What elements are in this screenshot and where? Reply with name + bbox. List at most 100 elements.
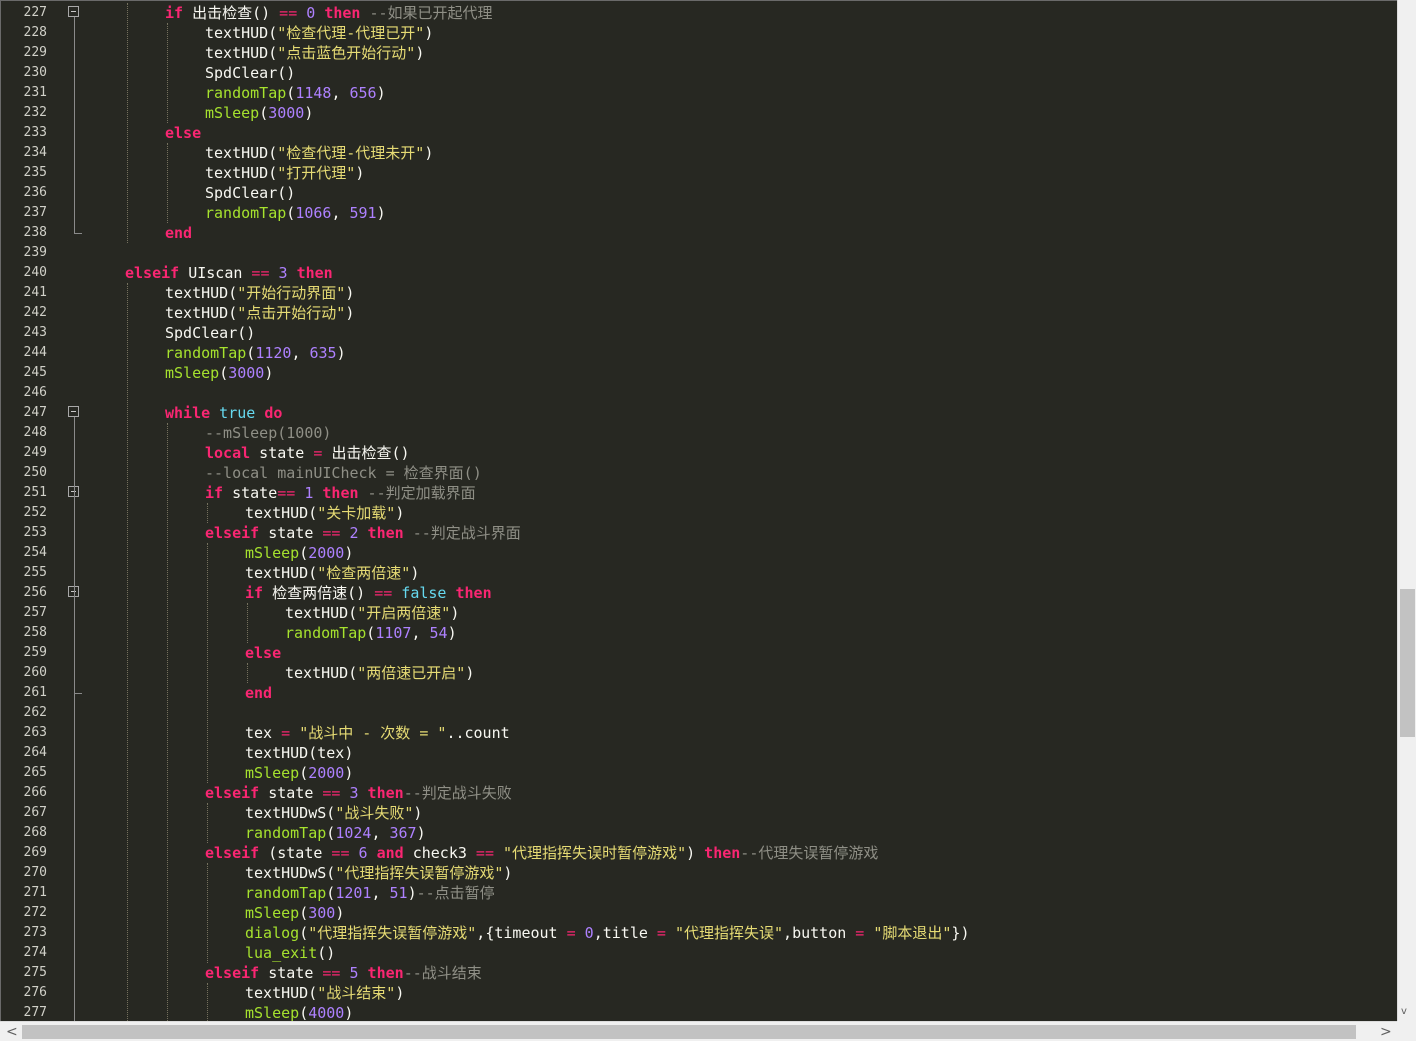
code-line[interactable]: 274 lua_exit() <box>1 943 1397 963</box>
horizontal-scroll-thumb[interactable] <box>22 1025 1356 1039</box>
code-token: 3000 <box>268 104 305 122</box>
code-text: mSleep(2000) <box>245 543 353 563</box>
code-token: ) <box>395 984 405 1002</box>
indent-guide <box>207 503 208 523</box>
code-line[interactable]: 232 mSleep(3000) <box>1 103 1397 123</box>
code-line[interactable]: 272 mSleep(300) <box>1 903 1397 923</box>
code-line[interactable]: 262 <box>1 703 1397 723</box>
code-token: ( <box>348 664 358 682</box>
code-token: ) <box>345 304 355 322</box>
code-line[interactable]: 268 randomTap(1024, 367) <box>1 823 1397 843</box>
code-line[interactable]: 257 textHUD("开启两倍速") <box>1 603 1397 623</box>
code-line[interactable]: 233 else <box>1 123 1397 143</box>
code-token: ) <box>344 1004 354 1021</box>
code-line[interactable]: 270 textHUDwS("代理指挥失误暂停游戏") <box>1 863 1397 883</box>
code-editor[interactable]: 227 if 出击检查() == 0 then --如果已开起代理 228 textH… <box>0 0 1397 1021</box>
code-text: randomTap(1201, 51)--点击暂停 <box>245 883 495 903</box>
code-line[interactable]: 244 randomTap(1120, 635) <box>1 343 1397 363</box>
fold-toggle-icon[interactable] <box>68 6 79 17</box>
code-line[interactable]: 245 mSleep(3000) <box>1 363 1397 383</box>
code-line[interactable]: 263 tex = "战斗中 - 次数 = "..count <box>1 723 1397 743</box>
code-token: ( <box>308 504 318 522</box>
line-number: 251 <box>23 485 47 500</box>
code-token: ( <box>268 144 278 162</box>
code-line[interactable]: 230 SpdClear() <box>1 63 1397 83</box>
code-line[interactable]: 240 elseif UIscan == 3 then <box>1 263 1397 283</box>
code-line[interactable]: 252 textHUD("关卡加载") <box>1 503 1397 523</box>
code-text: mSleep(3000) <box>165 363 273 383</box>
code-token: textHUDwS <box>245 864 327 882</box>
code-line[interactable]: 248 --mSleep(1000) <box>1 423 1397 443</box>
indent-guide <box>207 543 208 783</box>
line-number: 276 <box>23 985 47 1000</box>
code-token: ) <box>355 164 365 182</box>
code-line[interactable]: 255 textHUD("检查两倍速") <box>1 563 1397 583</box>
code-line[interactable]: 242 textHUD("点击开始行动") <box>1 303 1397 323</box>
code-token: ) <box>344 744 354 762</box>
code-line[interactable]: 234 textHUD("检查代理-代理未开") <box>1 143 1397 163</box>
code-line[interactable]: 241 textHUD("开始行动界面") <box>1 283 1397 303</box>
code-token: state <box>259 524 314 542</box>
code-token: "代理指挥失误暂停游戏" <box>308 924 477 942</box>
code-token: tex <box>317 744 345 762</box>
code-line[interactable]: 246 <box>1 383 1397 403</box>
code-line[interactable]: 249 local state = 出击检查() <box>1 443 1397 463</box>
code-line[interactable]: 238 end <box>1 223 1397 243</box>
horizontal-scrollbar[interactable]: < > <box>0 1021 1397 1041</box>
code-token: ) <box>335 904 345 922</box>
code-line[interactable]: 269 elseif (state == 6 and check3 == "代理指… <box>1 843 1397 863</box>
code-line[interactable]: 247 while true do <box>1 403 1397 423</box>
code-line[interactable]: 231 randomTap(1148, 656) <box>1 83 1397 103</box>
code-token: }) <box>951 924 970 942</box>
code-line[interactable]: 235 textHUD("打开代理") <box>1 163 1397 183</box>
scroll-down-arrow-icon[interactable]: v <box>1401 1006 1407 1017</box>
code-line[interactable]: 227 if 出击检查() == 0 then --如果已开起代理 <box>1 3 1397 23</box>
code-line[interactable]: 237 randomTap(1066, 591) <box>1 203 1397 223</box>
code-token: ( <box>286 204 296 222</box>
code-token: ) <box>447 624 457 642</box>
code-line[interactable]: 256 if 检查两倍速() == false then <box>1 583 1397 603</box>
fold-toggle-icon[interactable] <box>68 406 79 417</box>
code-line[interactable]: 239 <box>1 243 1397 263</box>
scroll-left-arrow-icon[interactable]: < <box>6 1023 18 1041</box>
code-line[interactable]: 275 elseif state == 5 then--战斗结束 <box>1 963 1397 983</box>
code-line[interactable]: 258 randomTap(1107, 54) <box>1 623 1397 643</box>
code-line[interactable]: 261 end <box>1 683 1397 703</box>
code-token: then <box>287 264 333 282</box>
code-line[interactable]: 267 textHUDwS("战斗失败") <box>1 803 1397 823</box>
vertical-scrollbar[interactable]: v <box>1397 0 1416 1021</box>
code-token: ( <box>268 24 278 42</box>
code-line[interactable]: 264 textHUD(tex) <box>1 743 1397 763</box>
code-token: ( <box>366 624 376 642</box>
code-line[interactable]: 273 dialog("代理指挥失误暂停游戏",{timeout = 0,titl… <box>1 923 1397 943</box>
code-line[interactable]: 243 SpdClear() <box>1 323 1397 343</box>
code-line[interactable]: 271 randomTap(1201, 51)--点击暂停 <box>1 883 1397 903</box>
line-number: 234 <box>23 145 47 160</box>
code-line[interactable]: 266 elseif state == 3 then--判定战斗失败 <box>1 783 1397 803</box>
code-line[interactable]: 277 mSleep(4000) <box>1 1003 1397 1021</box>
code-token: then <box>358 524 404 542</box>
code-token: mSleep <box>245 904 300 922</box>
code-text: SpdClear() <box>205 183 295 203</box>
code-token: ) <box>344 764 354 782</box>
code-token: = <box>304 444 332 462</box>
code-line[interactable]: 276 textHUD("战斗结束") <box>1 983 1397 1003</box>
code-text: elseif (state == 6 and check3 == "代理指挥失误… <box>205 843 878 863</box>
code-token: () <box>317 944 336 962</box>
code-line[interactable]: 253 elseif state == 2 then --判定战斗界面 <box>1 523 1397 543</box>
vertical-scroll-thumb[interactable] <box>1400 589 1415 737</box>
code-line[interactable]: 254 mSleep(2000) <box>1 543 1397 563</box>
code-token: ) <box>410 564 420 582</box>
code-line[interactable]: 251 if state== 1 then --判定加载界面 <box>1 483 1397 503</box>
code-line[interactable]: 265 mSleep(2000) <box>1 763 1397 783</box>
code-line[interactable]: 228 textHUD("检查代理-代理已开") <box>1 23 1397 43</box>
code-token: ) <box>416 824 426 842</box>
code-text: textHUD("关卡加载") <box>245 503 404 523</box>
code-line[interactable]: 260 textHUD("两倍速已开启") <box>1 663 1397 683</box>
code-line[interactable]: 259 else <box>1 643 1397 663</box>
scroll-right-arrow-icon[interactable]: > <box>1380 1023 1392 1041</box>
code-line[interactable]: 250 --local mainUICheck = 检查界面() <box>1 463 1397 483</box>
code-line[interactable]: 229 textHUD("点击蓝色开始行动") <box>1 43 1397 63</box>
indent-guide <box>207 863 208 963</box>
code-line[interactable]: 236 SpdClear() <box>1 183 1397 203</box>
